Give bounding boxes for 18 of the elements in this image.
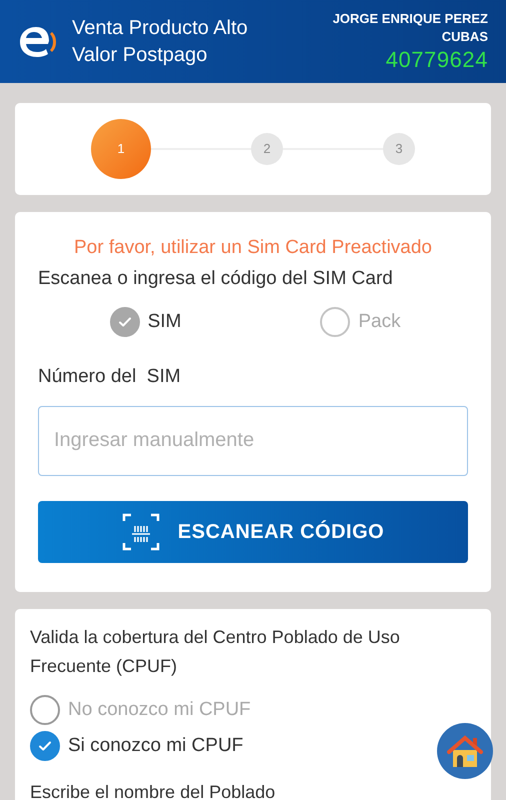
radio-label: No conozco mi CPUF (68, 698, 251, 722)
screen-title: Venta Producto Alto Valor Postpago (72, 16, 249, 68)
radio-label: Si conozco mi CPUF (68, 734, 244, 758)
notice-text: Por favor, utilizar un Sim Card Preactivado (73, 236, 433, 260)
field-label: Número del SIM (38, 365, 182, 389)
radio-label: SIM (148, 310, 182, 334)
radio-button[interactable] (30, 695, 60, 725)
radio-label: Pack (358, 310, 401, 334)
field-label: Escribe el nombre del Poblado (30, 781, 276, 800)
radio-button[interactable] (30, 731, 60, 761)
scan-code-button[interactable]: ESCANEAR CÓDIGO (38, 500, 468, 562)
user-name: JORGE ENRIQUE PEREZ CUBAS (332, 10, 488, 46)
house-icon (447, 734, 483, 768)
user-code: 40779624 (386, 46, 488, 74)
barcode-scan-icon (122, 512, 160, 550)
sim-number-field[interactable]: Ingresar manualmente (38, 406, 468, 476)
instruction-text: Escanea o ingresa el código del SIM Card (38, 266, 394, 290)
cpuf-question: Valida la cobertura del Centro Poblado de Uso Frecuente (CPUF) (30, 626, 401, 678)
